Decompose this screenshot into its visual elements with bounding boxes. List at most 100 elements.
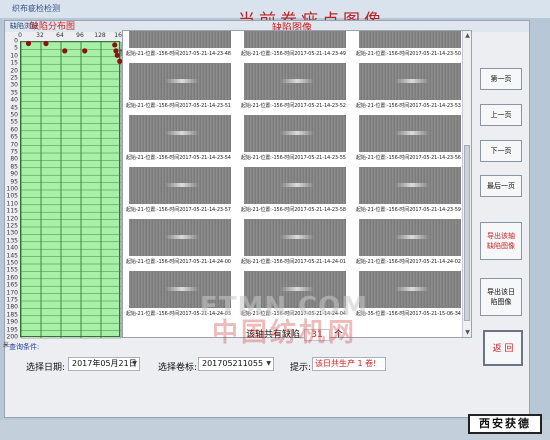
defect-thumbnail[interactable]: 起始-21-位置:-156-时间2017-05-21-14-23-54 <box>126 115 236 161</box>
defect-point[interactable] <box>112 42 118 48</box>
y-tick-label: 10 <box>10 52 18 60</box>
export-day-images-button[interactable]: 导出该日陷图像 <box>480 278 522 316</box>
x-tick-label: 128 <box>94 32 106 39</box>
defect-point[interactable] <box>25 40 32 47</box>
defect-thumbnail[interactable]: 起始-21-位置:-156-时间2017-05-21-14-23-50 <box>356 31 466 57</box>
thumbnail-caption: 起始-21-位置:-156-时间2017-05-21-14-23-50 <box>356 51 461 57</box>
scrollbar-thumb[interactable] <box>464 145 470 321</box>
defect-point[interactable] <box>82 48 88 54</box>
y-tick-label: 70 <box>10 141 18 149</box>
defect-thumbnail[interactable]: 起始-21-位置:-156-时间2017-05-21-14-23-56 <box>356 115 466 161</box>
y-tick-label: 75 <box>10 148 18 156</box>
images-scrollbar[interactable]: ▲ ▼ <box>462 31 471 337</box>
defect-image[interactable] <box>129 63 231 100</box>
defect-image[interactable] <box>244 63 346 100</box>
defect-thumbnail[interactable]: 起始-21-位置:-156-时间2017-05-21-14-24-02 <box>356 219 466 265</box>
defect-point[interactable] <box>113 48 119 54</box>
thumbnail-caption: 起始-21-位置:-156-时间2017-05-21-14-23-55 <box>241 155 346 161</box>
y-tick-label: 110 <box>6 200 18 208</box>
defect-image[interactable] <box>129 219 231 256</box>
defect-image[interactable] <box>244 271 346 308</box>
defect-thumbnail[interactable]: 起始-21-位置:-156-时间2017-05-21-14-23-58 <box>241 167 351 213</box>
defect-image[interactable] <box>244 219 346 256</box>
y-tick-label: 140 <box>6 244 18 252</box>
images-panel[interactable]: 起始-21-位置:-156-时间2017-05-21-14-23-48 起始-21… <box>122 30 472 338</box>
defect-map-grid[interactable] <box>20 40 123 339</box>
export-axis-images-button[interactable]: 导出该轴缺陷图像 <box>480 222 522 260</box>
defect-thumbnail[interactable]: 起始-21-位置:-156-时间2017-05-21-14-23-51 <box>126 63 236 109</box>
back-button[interactable]: 返 回 <box>483 330 523 366</box>
defect-thumbnail[interactable]: 起始-21-位置:-156-时间2017-05-21-14-24-04 <box>241 271 351 317</box>
thumbnail-caption: 起始-21-位置:-156-时间2017-05-21-14-24-02 <box>356 259 461 265</box>
defect-thumbnail[interactable]: 起始-21-位置:-156-时间2017-05-21-14-24-00 <box>126 219 236 265</box>
defect-image[interactable] <box>244 31 346 48</box>
thumbnail-caption: 起始-21-位置:-156-时间2017-05-21-14-23-59 <box>356 207 461 213</box>
defect-image[interactable] <box>359 63 461 100</box>
axis-select[interactable]: 201705211055 ▼ <box>198 357 274 371</box>
thumbnail-caption: 起始-21-位置:-156-时间2017-05-21-14-24-03 <box>126 311 231 317</box>
defect-thumbnail[interactable]: 起始-21-位置:-156-时间2017-05-21-14-23-53 <box>356 63 466 109</box>
y-tick-label: 195 <box>6 326 18 334</box>
thumbnail-caption: 起始-35-位置:-156-时间2017-05-21-15-06-34 <box>356 311 461 317</box>
thumbnail-caption: 起始-21-位置:-156-时间2017-05-21-14-23-53 <box>356 103 461 109</box>
thumbnail-caption: 起始-21-位置:-156-时间2017-05-21-14-24-00 <box>126 259 231 265</box>
y-tick-label: 30 <box>10 81 18 89</box>
thumbnail-caption: 起始-21-位置:-156-时间2017-05-21-14-23-58 <box>241 207 346 213</box>
chevron-down-icon[interactable]: ▼ <box>266 358 271 370</box>
defect-thumbnail[interactable]: 起始-21-位置:-156-时间2017-05-21-14-23-49 <box>241 31 351 57</box>
y-tick-label: 135 <box>6 237 18 245</box>
y-tick-label: 145 <box>6 252 18 260</box>
defect-thumbnail[interactable]: 起始-35-位置:-156-时间2017-05-21-15-06-34 <box>356 271 466 317</box>
y-tick-label: 5 <box>14 44 18 52</box>
chevron-down-icon[interactable]: ▼ <box>132 358 137 370</box>
defect-thumbnail[interactable]: 起始-21-位置:-156-时间2017-05-21-14-24-03 <box>126 271 236 317</box>
defect-thumbnail[interactable]: 起始-21-位置:-156-时间2017-05-21-14-23-55 <box>241 115 351 161</box>
defect-thumbnail[interactable]: 起始-21-位置:-156-时间2017-05-21-14-23-48 <box>126 31 236 57</box>
defect-image[interactable] <box>359 271 461 308</box>
y-tick-label: 175 <box>6 296 18 304</box>
defect-map-svg <box>20 40 123 339</box>
last-page-button[interactable]: 最后一页 <box>480 175 522 197</box>
defect-image[interactable] <box>244 167 346 204</box>
defect-image[interactable] <box>244 115 346 152</box>
defect-image[interactable] <box>359 167 461 204</box>
y-tick-label: 105 <box>6 192 18 200</box>
defect-image[interactable] <box>359 115 461 152</box>
y-tick-label: 55 <box>10 118 18 126</box>
defect-image[interactable] <box>359 31 461 48</box>
defect-map-y-ticks: 0 5 10 15 20 25 30 35 40 45 50 55 60 65 70 75 80 85 90 95 10… <box>2 38 20 341</box>
y-tick-label: 85 <box>10 163 18 171</box>
defect-point[interactable] <box>43 40 49 47</box>
background-title-bar: 织布疵检检测 当前卷疵点图像 <box>0 0 550 31</box>
hint-label: 提示: <box>290 363 312 373</box>
defect-image[interactable] <box>129 31 231 48</box>
y-tick-label: 165 <box>6 281 18 289</box>
date-select[interactable]: 2017年05月21日 ▼ <box>68 357 140 371</box>
y-tick-label: 65 <box>10 133 18 141</box>
y-tick-label: 100 <box>6 185 18 193</box>
defect-thumbnail[interactable]: 起始-21-位置:-156-时间2017-05-21-14-23-59 <box>356 167 466 213</box>
defect-point[interactable] <box>114 52 120 58</box>
defect-thumbnail[interactable]: 起始-21-位置:-156-时间2017-05-21-14-24-01 <box>241 219 351 265</box>
y-tick-label: 190 <box>6 318 18 326</box>
defect-thumbnail[interactable]: 起始-21-位置:-156-时间2017-05-21-14-23-57 <box>126 167 236 213</box>
first-page-button[interactable]: 第一页 <box>480 68 522 90</box>
hint-text: 该日共生产 1 卷! <box>312 357 386 371</box>
scroll-down-icon[interactable]: ▼ <box>463 328 471 337</box>
y-tick-label: 155 <box>6 266 18 274</box>
next-page-button[interactable]: 下一页 <box>480 140 522 162</box>
y-tick-label: 20 <box>10 67 18 75</box>
defect-image[interactable] <box>129 115 231 152</box>
y-tick-label: 50 <box>10 111 18 119</box>
y-tick-label: 120 <box>6 215 18 223</box>
y-tick-label: 15 <box>10 59 18 67</box>
date-select-value: 2017年05月21日 <box>72 359 137 368</box>
defect-image[interactable] <box>129 167 231 204</box>
scroll-up-icon[interactable]: ▲ <box>463 31 471 40</box>
defect-image[interactable] <box>129 271 231 308</box>
y-tick-label: 185 <box>6 311 18 319</box>
prev-page-button[interactable]: 上一页 <box>480 104 522 126</box>
defect-image[interactable] <box>359 219 461 256</box>
defect-point[interactable] <box>62 48 68 54</box>
defect-thumbnail[interactable]: 起始-21-位置:-156-时间2017-05-21-14-23-52 <box>241 63 351 109</box>
